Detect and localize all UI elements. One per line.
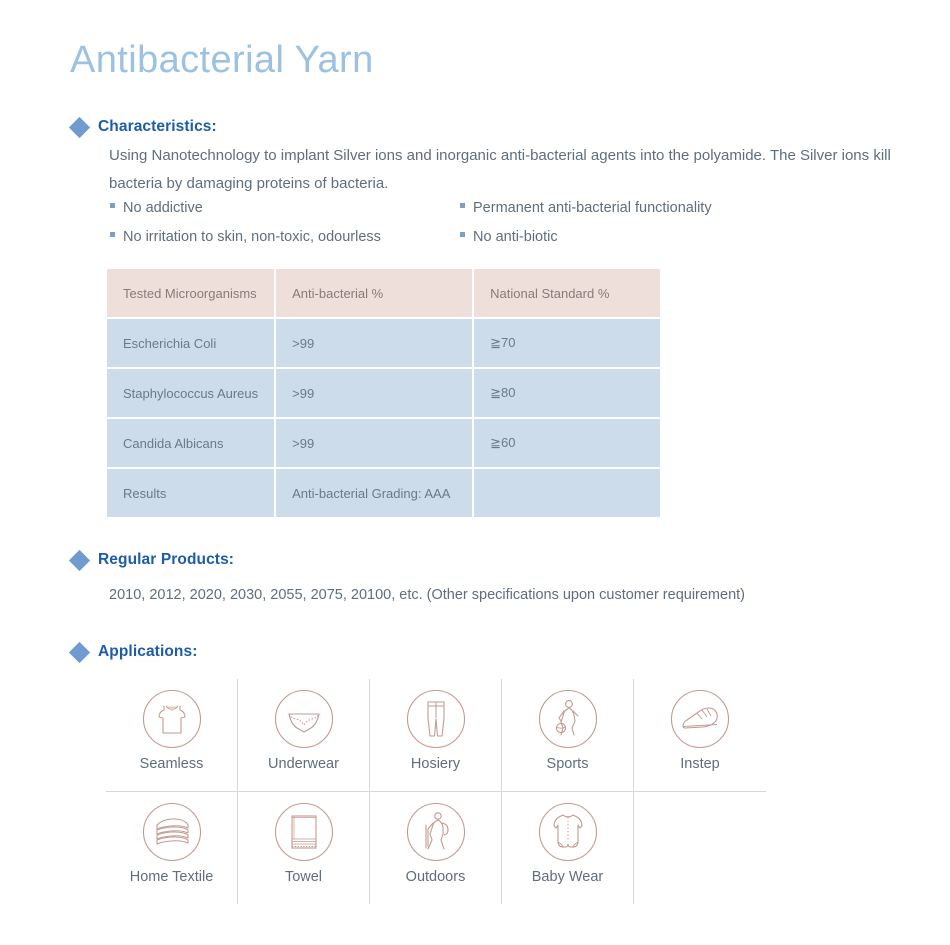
table-cell: Staphylococcus Aureus — [107, 369, 275, 417]
square-bullet-icon — [110, 203, 115, 208]
application-cell-outdoors[interactable]: Outdoors — [370, 792, 502, 904]
feature-item: No irritation to skin, non-toxic, odourl… — [110, 225, 460, 250]
table-row: Results Anti-bacterial Grading: AAA — [107, 469, 661, 517]
application-label: Hosiery — [410, 756, 461, 772]
application-cell-towel[interactable]: Towel — [238, 792, 370, 904]
characteristics-feature-list: No addictive Permanent anti-bacterial fu… — [110, 196, 712, 250]
leggings-icon — [406, 689, 465, 749]
basketball-player-icon — [538, 689, 597, 749]
table-cell — [474, 469, 661, 517]
briefs-icon — [274, 689, 333, 749]
application-cell-sports[interactable]: Sports — [502, 679, 634, 791]
sneaker-icon — [670, 689, 730, 749]
section-heading-characteristics: Characteristics: — [68, 116, 217, 138]
table-cell: ≧60 — [474, 419, 661, 467]
antibacterial-results-table: Tested Microorganisms Anti-bacterial % N… — [105, 267, 662, 519]
table-cell: >99 — [276, 369, 473, 417]
application-cell-instep[interactable]: Instep — [634, 679, 766, 791]
table-row: Staphylococcus Aureus >99 ≧80 — [107, 369, 661, 417]
application-label: Sports — [546, 756, 589, 772]
table-header-cell: Tested Microorganisms — [107, 269, 275, 317]
application-cell-underwear[interactable]: Underwear — [238, 679, 370, 791]
table-cell: Escherichia Coli — [107, 319, 275, 367]
application-label: Underwear — [268, 756, 339, 772]
onesie-icon — [538, 802, 597, 862]
applications-row: Home Textile Towel Outdoors Baby Wear — [106, 791, 766, 904]
section-title-applications: Applications: — [98, 643, 198, 660]
table-row: Candida Albicans >99 ≧60 — [107, 419, 661, 467]
characteristics-paragraph: Using Nanotechnology to implant Silver i… — [109, 147, 891, 192]
page-title: Antibacterial Yarn — [70, 39, 374, 81]
table-header-cell: Anti-bacterial % — [276, 269, 473, 317]
tank-top-icon — [142, 689, 201, 749]
application-label: Instep — [680, 756, 720, 772]
application-cell-seamless[interactable]: Seamless — [106, 679, 238, 791]
feature-item: No anti-biotic — [460, 225, 712, 250]
regular-products-text: 2010, 2012, 2020, 2030, 2055, 2075, 2010… — [109, 587, 745, 603]
table-cell: >99 — [276, 419, 473, 467]
product-sheet: Antibacterial Yarn Characteristics: Usin… — [0, 0, 950, 945]
feature-item: Permanent anti-bacterial functionality — [460, 196, 712, 221]
feature-label: Permanent anti-bacterial functionality — [473, 200, 712, 216]
feature-label: No addictive — [123, 200, 203, 216]
application-cell-home-textile[interactable]: Home Textile — [106, 792, 238, 904]
feature-label: No anti-biotic — [473, 229, 558, 245]
square-bullet-icon — [460, 203, 465, 208]
square-bullet-icon — [110, 232, 115, 237]
folded-towels-icon — [142, 802, 201, 862]
table-header-cell: National Standard % — [474, 269, 661, 317]
table-cell: Results — [107, 469, 275, 517]
application-label: Towel — [284, 869, 323, 885]
table-header-row: Tested Microorganisms Anti-bacterial % N… — [107, 269, 661, 317]
application-cell-hosiery[interactable]: Hosiery — [370, 679, 502, 791]
section-heading-regular-products: Regular Products: — [68, 549, 235, 571]
table-cell: ≧80 — [474, 369, 661, 417]
diamond-bullet-icon — [68, 549, 91, 571]
diamond-bullet-icon — [68, 641, 91, 663]
application-label: Baby Wear — [531, 869, 604, 885]
table-cell: Anti-bacterial Grading: AAA — [276, 469, 473, 517]
towel-icon — [274, 802, 333, 862]
table-cell: Candida Albicans — [107, 419, 275, 467]
application-label: Seamless — [139, 756, 204, 772]
applications-row: Seamless Underwear Hosiery Sports Instep — [106, 679, 766, 791]
application-label: Outdoors — [405, 869, 466, 885]
section-title-regular-products: Regular Products: — [98, 551, 235, 568]
application-cell-baby-wear[interactable]: Baby Wear — [502, 792, 634, 904]
applications-grid: Seamless Underwear Hosiery Sports Instep… — [106, 679, 766, 904]
feature-item: No addictive — [110, 196, 460, 221]
diamond-bullet-icon — [68, 116, 91, 138]
feature-label: No irritation to skin, non-toxic, odourl… — [123, 229, 381, 245]
application-cell-empty — [634, 792, 766, 904]
square-bullet-icon — [460, 232, 465, 237]
hiker-icon — [406, 802, 465, 862]
application-label: Home Textile — [129, 869, 214, 885]
table-cell: ≧70 — [474, 319, 661, 367]
table-row: Escherichia Coli >99 ≧70 — [107, 319, 661, 367]
section-title-characteristics: Characteristics: — [98, 118, 217, 135]
section-heading-applications: Applications: — [68, 641, 198, 663]
table-cell: >99 — [276, 319, 473, 367]
